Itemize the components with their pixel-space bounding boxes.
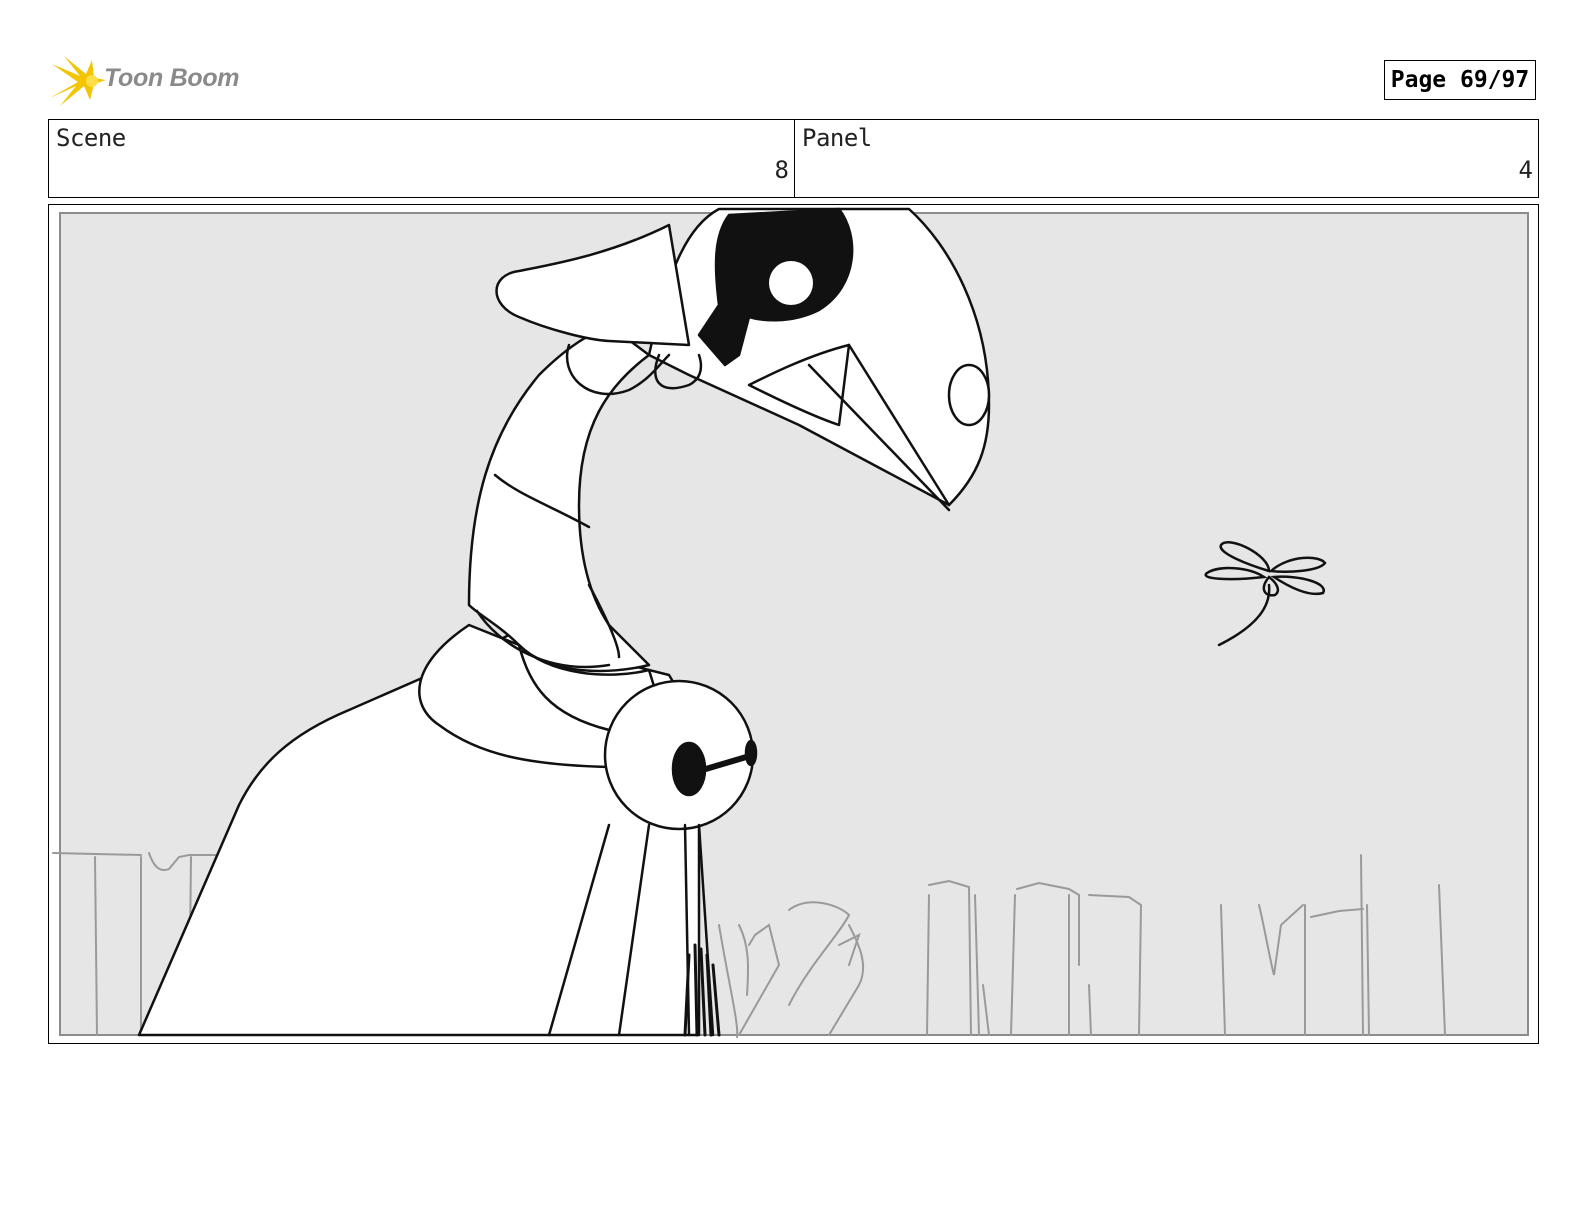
toon-boom-logo: Toon Boom	[50, 54, 250, 108]
logo-text: Toon Boom	[104, 64, 240, 92]
page-number: Page 69/97	[1384, 60, 1536, 100]
scene-label: Scene	[56, 124, 126, 152]
scene-panel-info: Scene 8 Panel 4	[48, 119, 1539, 198]
storyboard-frame	[48, 204, 1539, 1044]
storyboard-drawing	[52, 207, 1529, 1038]
panel-number: 4	[1518, 156, 1533, 184]
panel-label: Panel	[802, 124, 872, 152]
scene-cell: Scene 8	[49, 120, 795, 197]
eye	[769, 261, 813, 305]
panel-cell: Panel 4	[795, 120, 1538, 197]
scene-number: 8	[774, 156, 789, 184]
burst-icon	[50, 56, 106, 106]
cheek-mark	[947, 363, 991, 427]
